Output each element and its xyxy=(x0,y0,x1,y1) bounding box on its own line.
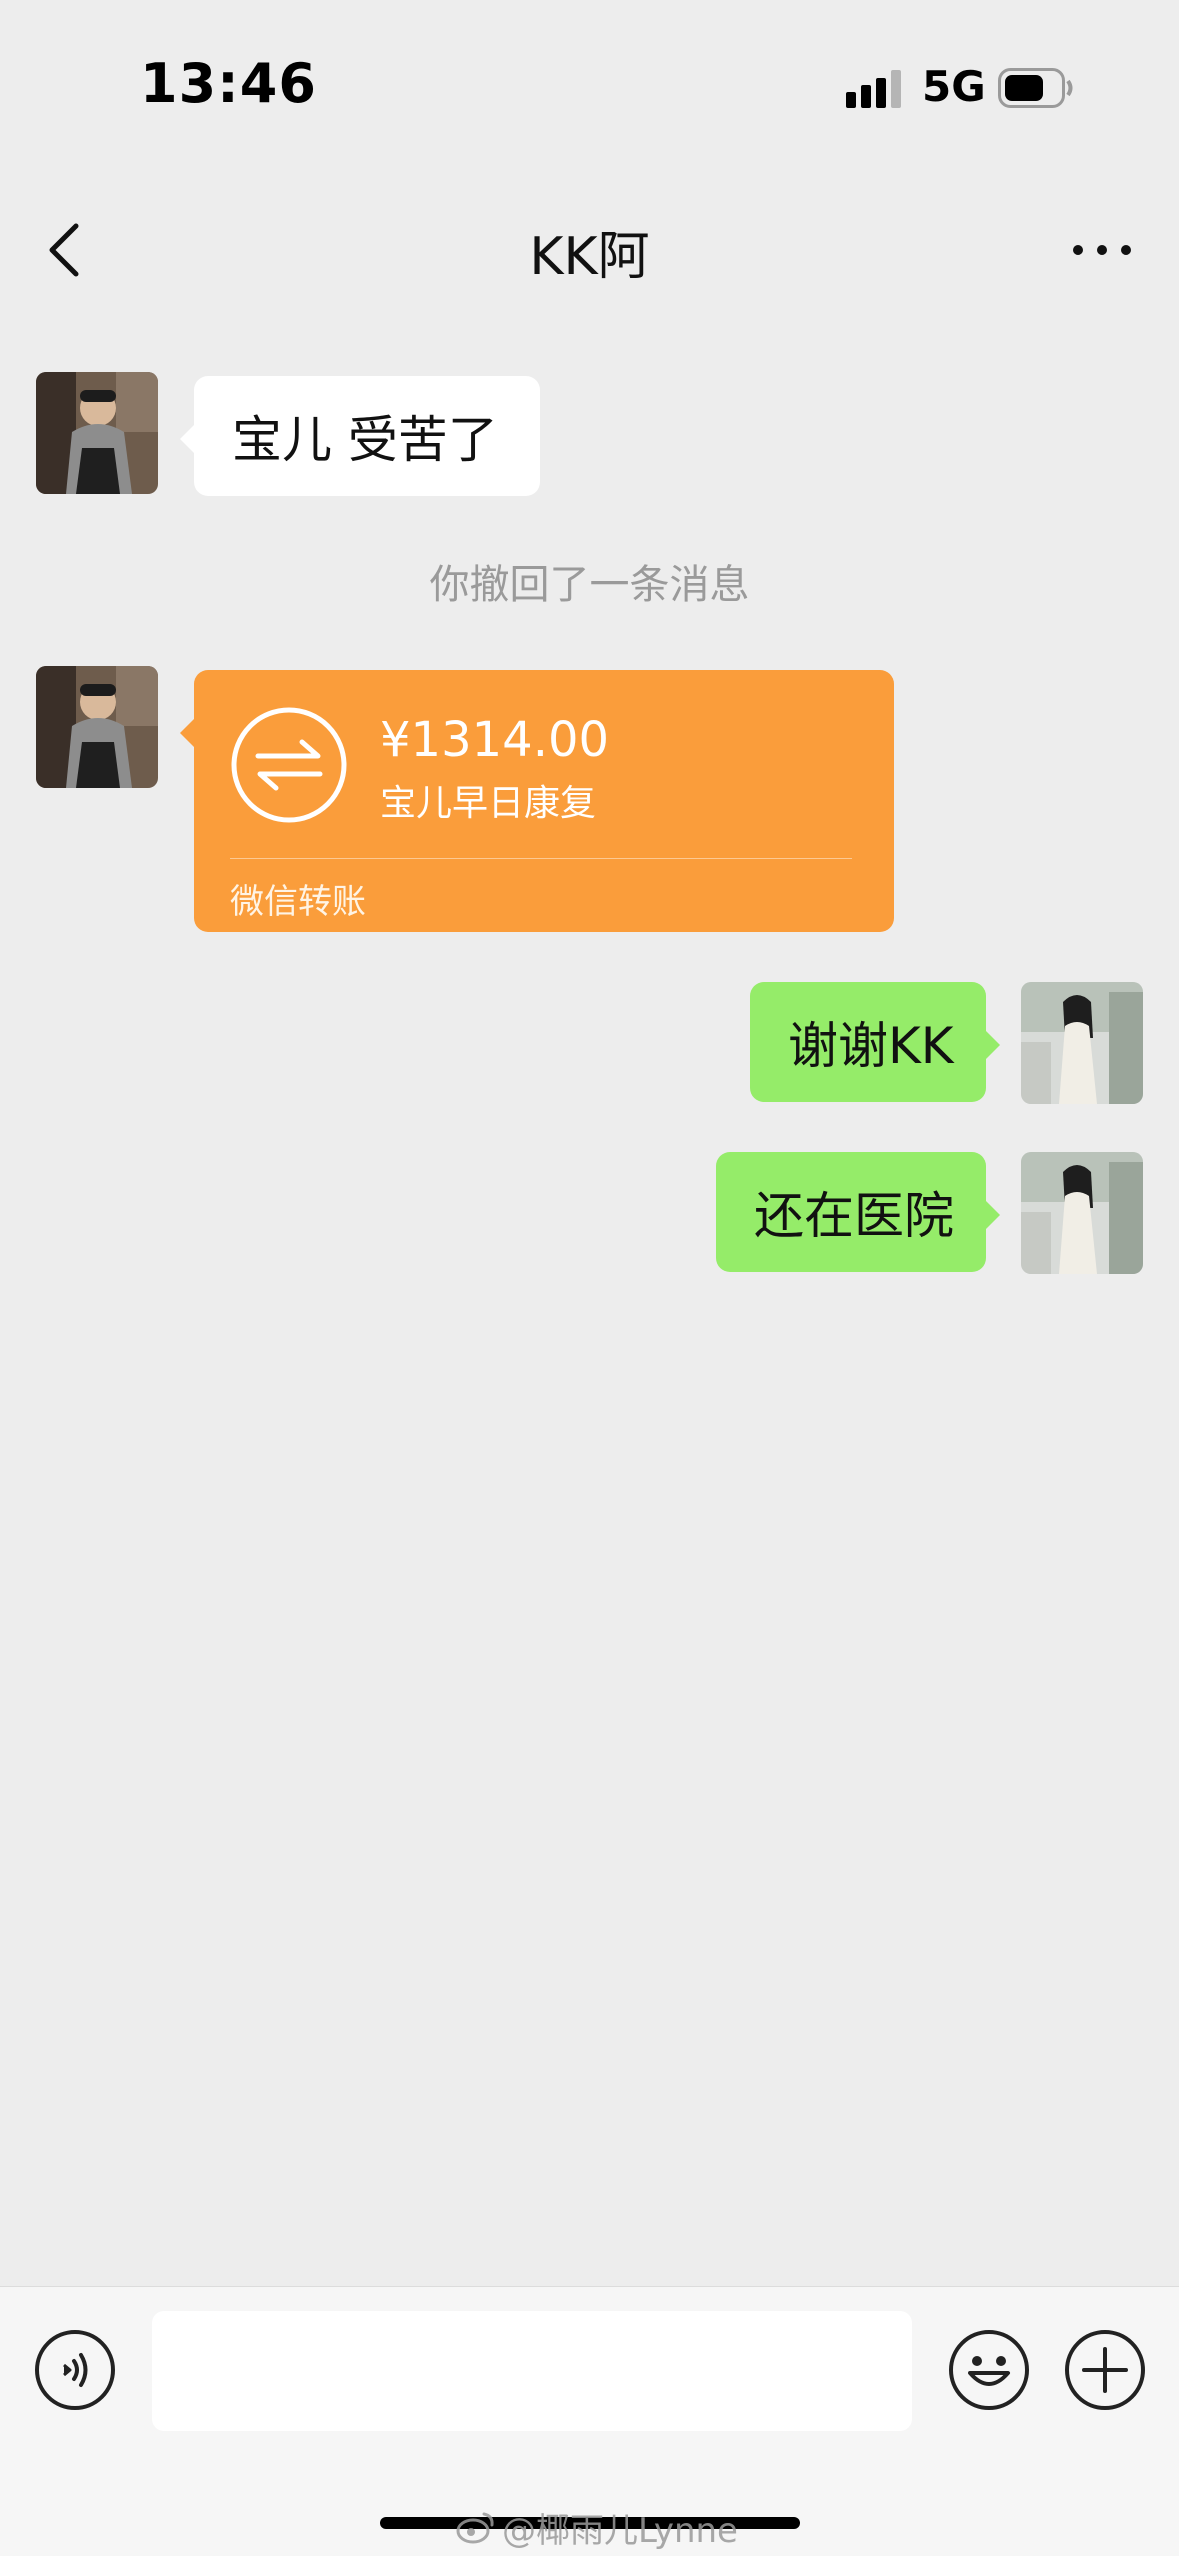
transfer-note: 宝儿早日康复 xyxy=(380,783,597,824)
watermark-text: @椰雨儿Lynne xyxy=(502,2510,738,2551)
input-bar: @椰雨儿Lynne xyxy=(0,2286,1179,2556)
transfer-card[interactable]: ¥1314.00 宝儿早日康复 微信转账 xyxy=(180,670,894,932)
chat-nav-bar: KK阿 xyxy=(0,170,1179,320)
plus-icon[interactable] xyxy=(1064,2329,1146,2411)
message-text: 谢谢KK xyxy=(788,1017,954,1075)
outgoing-message-bubble[interactable]: 谢谢KK xyxy=(750,982,1000,1102)
transfer-amount: ¥1314.00 xyxy=(380,712,610,768)
message-text: 还在医院 xyxy=(754,1187,954,1245)
emoji-icon[interactable] xyxy=(948,2329,1030,2411)
transfer-divider xyxy=(230,858,852,859)
weibo-icon xyxy=(456,2512,494,2544)
battery-icon xyxy=(998,68,1073,108)
more-icon[interactable] xyxy=(1070,230,1134,270)
status-bar: 13:46 5G xyxy=(0,0,1179,170)
network-type: 5G xyxy=(922,62,986,111)
chat-screen: 13:46 5G KK阿 宝儿 受苦了 你撤回了一条消息 ¥1314.00 宝儿… xyxy=(0,0,1179,2556)
transfer-icon xyxy=(231,707,347,823)
system-message-recalled: 你撤回了一条消息 xyxy=(429,562,750,608)
transfer-label: 微信转账 xyxy=(230,882,366,922)
message-text: 宝儿 受苦了 xyxy=(232,411,498,469)
user-avatar[interactable] xyxy=(1021,982,1143,1104)
incoming-message-bubble[interactable]: 宝儿 受苦了 xyxy=(180,376,540,496)
user-avatar[interactable] xyxy=(1021,1152,1143,1274)
watermark: @椰雨儿Lynne xyxy=(456,2507,738,2551)
status-time: 13:46 xyxy=(140,52,317,115)
chat-title: KK阿 xyxy=(529,227,650,287)
contact-avatar[interactable] xyxy=(36,666,158,788)
voice-icon[interactable] xyxy=(34,2329,116,2411)
signal-icon xyxy=(846,70,901,108)
outgoing-message-bubble[interactable]: 还在医院 xyxy=(716,1152,1000,1272)
message-input[interactable] xyxy=(152,2311,912,2431)
contact-avatar[interactable] xyxy=(36,372,158,494)
